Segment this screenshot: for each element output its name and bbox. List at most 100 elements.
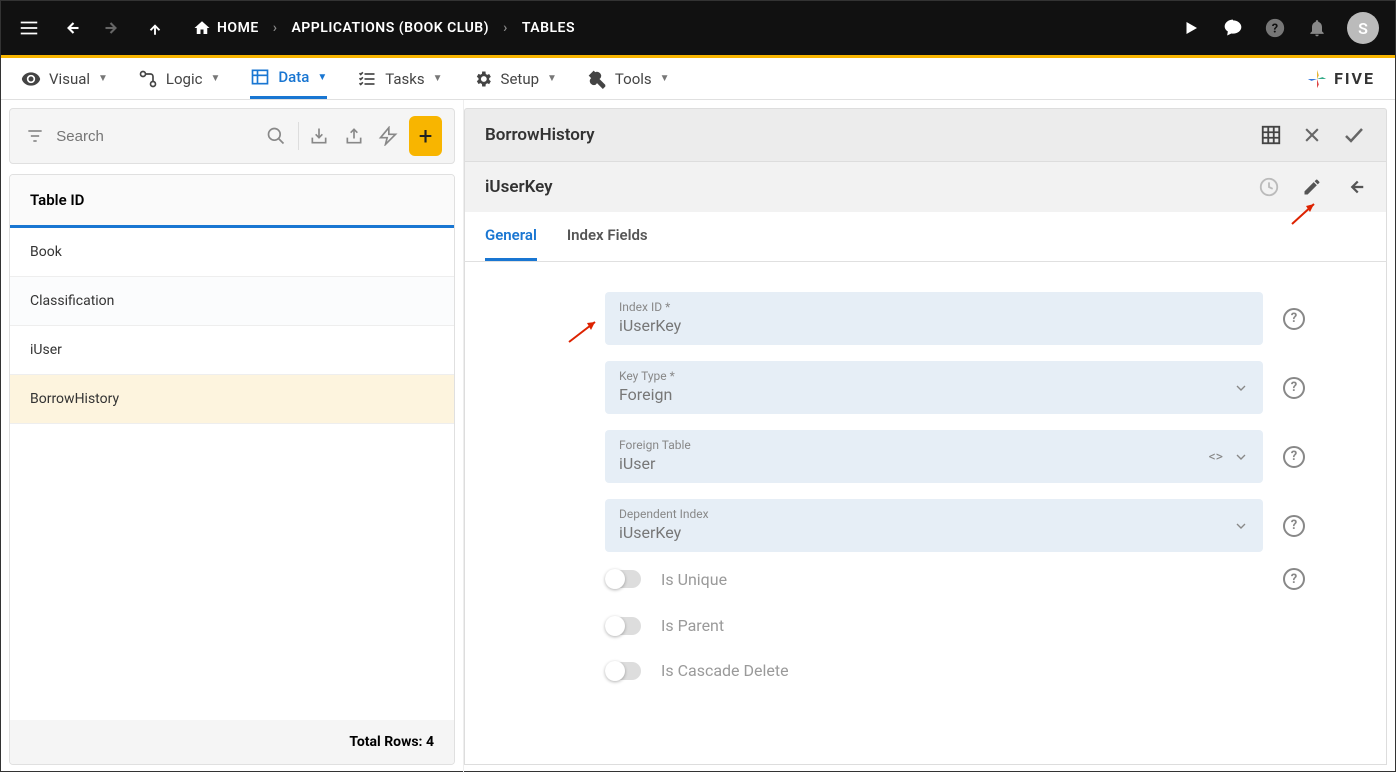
bell-icon[interactable] <box>1305 16 1329 40</box>
back-icon[interactable] <box>59 16 83 40</box>
toggle-label: Is Parent <box>661 616 724 635</box>
panel-subtitle: iUserKey <box>485 177 553 197</box>
tab-data[interactable]: Data▼ <box>250 58 327 99</box>
import-icon[interactable] <box>306 120 332 152</box>
svg-text:?: ? <box>1272 22 1278 37</box>
help-icon[interactable]: ? <box>1283 308 1305 330</box>
is-unique-toggle[interactable] <box>605 570 641 588</box>
list-item-book[interactable]: Book <box>10 228 454 277</box>
forward-icon <box>101 16 125 40</box>
topbar-right: ? S <box>1179 12 1379 44</box>
history-icon[interactable] <box>1258 176 1280 198</box>
toggle-row-unique: Is Unique ? <box>605 568 1305 590</box>
subtab-label: General <box>485 226 537 244</box>
topbar-left: HOME › APPLICATIONS (BOOK CLUB) › TABLES <box>17 16 575 40</box>
field-value: Foreign <box>619 385 1249 404</box>
left-panel: + Table ID Book Classification iUser Bor… <box>1 100 463 773</box>
grid-icon[interactable] <box>1260 124 1282 146</box>
panel-title: BorrowHistory <box>485 125 595 145</box>
tab-tasks[interactable]: Tasks▼ <box>357 58 442 99</box>
subtabs: General Index Fields <box>464 212 1387 262</box>
list-body: Book Classification iUser BorrowHistory <box>10 228 454 720</box>
foreign-table-field[interactable]: Foreign Table iUser <> <box>605 430 1263 483</box>
help-icon[interactable]: ? <box>1283 446 1305 468</box>
search-input[interactable] <box>56 128 255 145</box>
right-panel: BorrowHistory iUserKey General Index Fie… <box>463 100 1395 773</box>
topbar: HOME › APPLICATIONS (BOOK CLUB) › TABLES… <box>1 1 1395 55</box>
table-list: Table ID Book Classification iUser Borro… <box>9 174 455 765</box>
breadcrumb-home-label: HOME <box>217 20 259 36</box>
chevron-down-icon <box>1233 449 1249 465</box>
subtab-general[interactable]: General <box>485 212 537 261</box>
edit-icon[interactable] <box>1302 177 1322 197</box>
field-value: iUserKey <box>619 523 1249 542</box>
row-count: Total Rows: 4 <box>349 734 434 750</box>
filter-icon[interactable] <box>22 120 48 152</box>
tab-label: Data <box>278 68 309 86</box>
tab-visual[interactable]: Visual▼ <box>21 58 108 99</box>
export-icon[interactable] <box>341 120 367 152</box>
list-item-label: BorrowHistory <box>30 391 119 407</box>
chevron-right-icon: › <box>503 20 508 36</box>
toggle-label: Is Cascade Delete <box>661 661 789 680</box>
dependent-index-field[interactable]: Dependent Index iUserKey <box>605 499 1263 552</box>
add-button[interactable]: + <box>409 116 442 156</box>
help-icon[interactable]: ? <box>1263 16 1287 40</box>
key-type-field[interactable]: Key Type * Foreign <box>605 361 1263 414</box>
field-row-foreign-table: Foreign Table iUser <> ? <box>605 430 1305 483</box>
avatar[interactable]: S <box>1347 12 1379 44</box>
help-icon[interactable]: ? <box>1283 377 1305 399</box>
annotation-arrow-icon <box>1290 202 1320 226</box>
code-icon: <> <box>1209 449 1223 465</box>
list-header: Table ID <box>10 175 454 228</box>
field-value: iUser <box>619 454 1249 473</box>
panel-subheader: iUserKey <box>464 162 1387 212</box>
is-cascade-toggle[interactable] <box>605 662 641 680</box>
list-item-label: Book <box>30 244 62 260</box>
tab-tools[interactable]: Tools▼ <box>587 58 670 99</box>
list-item-iuser[interactable]: iUser <box>10 326 454 375</box>
brand-text: FIVE <box>1334 69 1375 88</box>
play-icon[interactable] <box>1179 16 1203 40</box>
breadcrumb-home[interactable]: HOME <box>193 19 259 37</box>
brand-logo: FIVE <box>1306 68 1375 90</box>
search-icon[interactable] <box>263 120 289 152</box>
field-row-index-id: Index ID * iUserKey ? <box>605 292 1305 345</box>
divider <box>298 122 299 150</box>
close-icon[interactable] <box>1302 125 1322 145</box>
left-toolbar: + <box>9 108 455 164</box>
tab-label: Tools <box>615 70 652 88</box>
help-icon[interactable]: ? <box>1283 568 1305 590</box>
tab-label: Tasks <box>385 70 424 88</box>
up-icon[interactable] <box>143 16 167 40</box>
check-icon[interactable] <box>1342 123 1366 147</box>
field-label: Dependent Index <box>619 507 1249 521</box>
tab-setup[interactable]: Setup▼ <box>473 58 557 99</box>
list-item-classification[interactable]: Classification <box>10 277 454 326</box>
field-label: Foreign Table <box>619 438 1249 452</box>
avatar-initial: S <box>1358 19 1368 38</box>
menu-icon[interactable] <box>17 16 41 40</box>
field-row-dependent-index: Dependent Index iUserKey ? <box>605 499 1305 552</box>
tabbar: Visual▼ Logic▼ Data▼ Tasks▼ Setup▼ Tools… <box>1 58 1395 100</box>
subtab-index-fields[interactable]: Index Fields <box>567 212 648 261</box>
breadcrumb-app[interactable]: APPLICATIONS (BOOK CLUB) <box>291 20 489 36</box>
field-row-key-type: Key Type * Foreign ? <box>605 361 1305 414</box>
back-arrow-icon[interactable] <box>1344 176 1366 198</box>
chevron-down-icon <box>1233 518 1249 534</box>
lightning-icon[interactable] <box>375 120 401 152</box>
is-parent-toggle[interactable] <box>605 617 641 635</box>
chevron-down-icon <box>1233 380 1249 396</box>
index-id-field[interactable]: Index ID * iUserKey <box>605 292 1263 345</box>
breadcrumb: HOME › APPLICATIONS (BOOK CLUB) › TABLES <box>193 19 575 37</box>
panel-header: BorrowHistory <box>464 108 1387 162</box>
breadcrumb-tables[interactable]: TABLES <box>522 20 575 36</box>
subtab-label: Index Fields <box>567 226 648 244</box>
help-icon[interactable]: ? <box>1283 515 1305 537</box>
list-item-borrowhistory[interactable]: BorrowHistory <box>10 375 454 424</box>
tab-logic[interactable]: Logic▼ <box>138 58 220 99</box>
field-label: Index ID * <box>619 300 1249 314</box>
toggle-row-parent: Is Parent <box>605 616 1305 635</box>
comment-icon[interactable] <box>1221 16 1245 40</box>
toggle-row-cascade: Is Cascade Delete <box>605 661 1305 680</box>
